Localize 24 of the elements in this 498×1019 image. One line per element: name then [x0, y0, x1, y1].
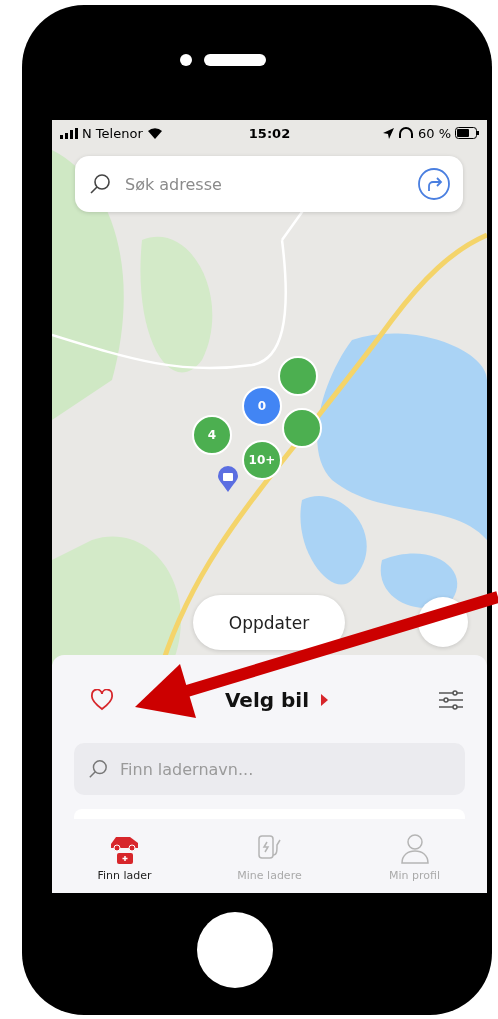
carrier-name: N Telenor — [82, 125, 143, 141]
battery-percent: 60 % — [418, 125, 451, 141]
signal-icon — [60, 127, 78, 139]
tab-bar-item[interactable]: Min profil — [342, 819, 487, 893]
caret-icon — [321, 694, 329, 706]
battery-icon — [455, 127, 479, 139]
status-time: 15:02 — [248, 125, 291, 141]
directions-icon[interactable] — [417, 167, 451, 201]
tab-bar-item[interactable]: Mine ladere — [197, 819, 342, 893]
charger-name-search-field[interactable]: Finn ladernavn... — [74, 743, 465, 795]
store-pin-icon — [218, 466, 238, 492]
headphones-icon — [398, 127, 414, 139]
favorites-heart-button[interactable] — [90, 689, 114, 711]
select-car-title[interactable]: Velg bil — [224, 688, 310, 712]
refresh-button[interactable]: Oppdater — [193, 595, 345, 650]
filter-sliders-button[interactable] — [439, 690, 463, 710]
tab-bar-item[interactable]: Finn lader — [52, 819, 197, 893]
search-icon — [89, 173, 111, 195]
address-search-field[interactable]: Søk adresse — [75, 156, 463, 212]
location-arrow-icon — [383, 127, 394, 139]
wifi-icon — [146, 127, 163, 139]
search-icon — [88, 759, 108, 779]
sliders-icon — [439, 690, 463, 710]
heart-icon — [90, 689, 114, 711]
